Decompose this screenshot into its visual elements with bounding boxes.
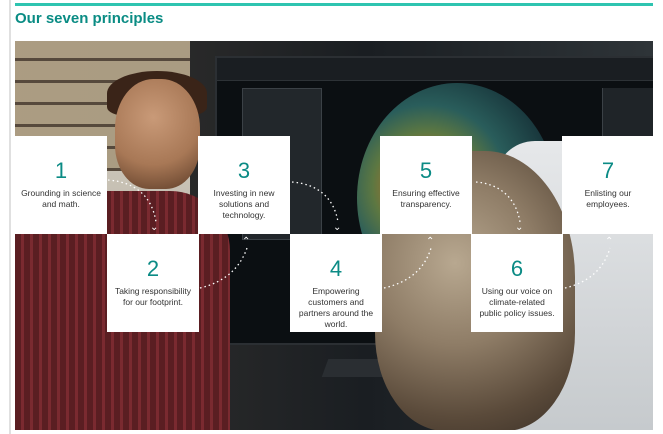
principle-number: 7 <box>601 158 615 183</box>
principle-card-2: 2 Taking responsibility for our footprin… <box>107 234 199 332</box>
chevron-up-icon: ⌃ <box>426 236 435 247</box>
chevron-down-icon: ⌄ <box>515 222 524 233</box>
principle-number: 1 <box>54 158 68 183</box>
accent-rule <box>15 3 653 6</box>
chevron-up-icon: ⌃ <box>242 236 251 247</box>
chevron-up-icon: ⌃ <box>605 236 614 247</box>
principle-card-4: 4 Empowering customers and partners arou… <box>290 234 382 332</box>
chevron-down-icon: ⌄ <box>333 222 342 233</box>
principle-card-1: 1 Grounding in science and math. <box>15 136 107 234</box>
principle-text: Investing in new solutions and technolog… <box>213 188 275 220</box>
person-head <box>115 79 200 189</box>
principle-card-6: 6 Using our voice on climate-related pub… <box>471 234 563 332</box>
principle-text: Ensuring effective transparency. <box>392 188 460 209</box>
principle-card-5: 5 Ensuring effective transparency. <box>380 136 472 234</box>
principle-card-7: 7 Enlisting our employees. <box>562 136 654 234</box>
principle-text: Using our voice on climate-related publi… <box>479 286 555 318</box>
principle-text: Enlisting our employees. <box>584 188 632 209</box>
principle-text: Grounding in science and math. <box>21 188 101 209</box>
chevron-down-icon: ⌄ <box>150 222 159 233</box>
principle-number: 4 <box>329 256 343 281</box>
principle-text: Taking responsibility for our footprint. <box>114 286 192 307</box>
principle-text: Empowering customers and partners around… <box>298 286 374 329</box>
principle-card-3: 3 Investing in new solutions and technol… <box>198 136 290 234</box>
principle-number: 2 <box>146 256 160 281</box>
principle-number: 5 <box>419 158 433 183</box>
principle-number: 6 <box>510 256 524 281</box>
screen-toolbar <box>217 58 653 81</box>
principle-number: 3 <box>237 158 251 183</box>
left-border <box>9 0 11 434</box>
page-title: Our seven principles <box>15 10 164 27</box>
